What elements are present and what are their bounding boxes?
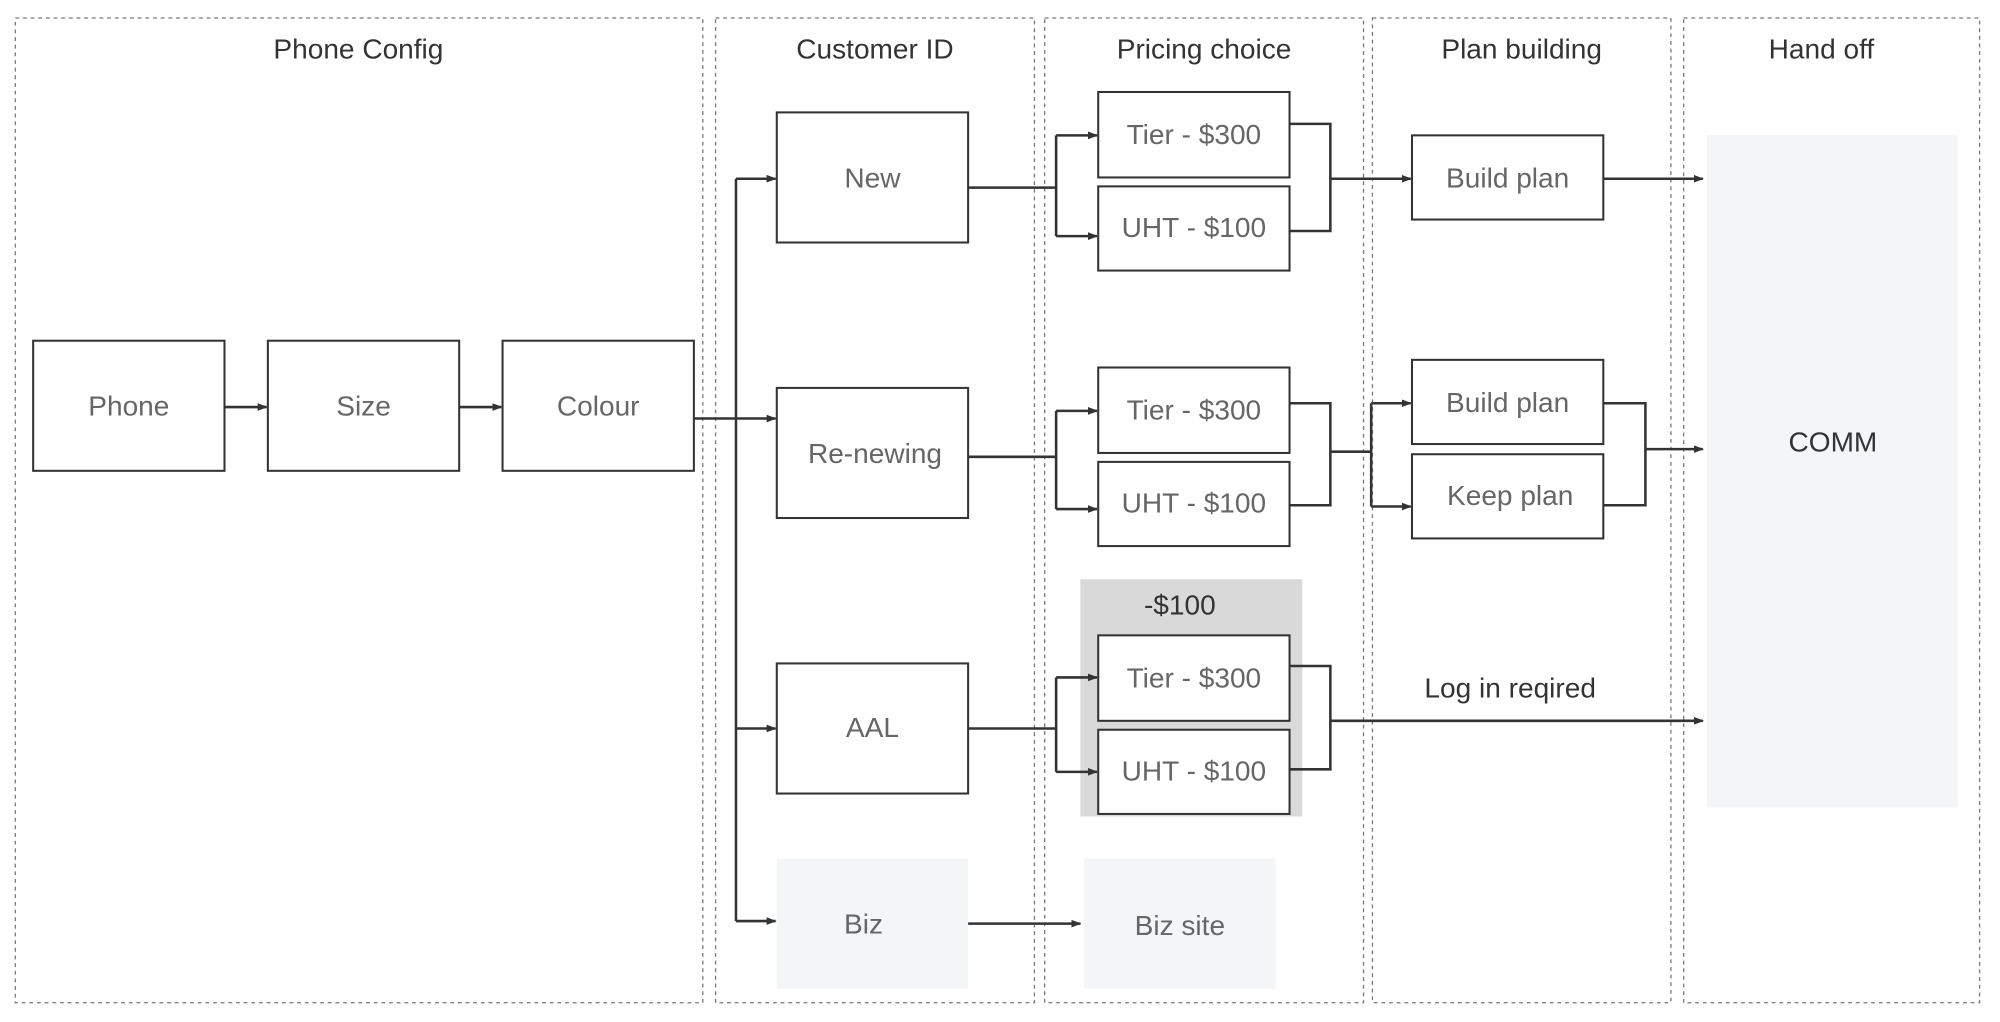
node-build-plan-1[interactable]: Build plan: [1410, 134, 1605, 221]
node-colour[interactable]: Colour: [501, 339, 695, 472]
node-aal[interactable]: AAL: [775, 662, 970, 795]
node-uht-aal[interactable]: UHT - $100: [1097, 728, 1291, 815]
node-build-plan-2[interactable]: Build plan: [1410, 358, 1605, 446]
lane-title-customer-id: Customer ID: [796, 34, 953, 65]
svg-text:Build plan: Build plan: [1446, 162, 1569, 193]
node-renewing[interactable]: Re-newing: [775, 386, 970, 520]
svg-text:Re-newing: Re-newing: [808, 438, 942, 469]
connector-renewing: [968, 410, 1058, 510]
node-tier-aal[interactable]: Tier - $300: [1097, 634, 1291, 722]
node-phone[interactable]: Phone: [32, 339, 226, 472]
svg-text:UHT - $100: UHT - $100: [1122, 488, 1266, 519]
discount-label: -$100: [1144, 590, 1216, 621]
node-comm[interactable]: COMM: [1706, 135, 1958, 808]
node-tier-new[interactable]: Tier - $300: [1097, 90, 1291, 179]
svg-text:Colour: Colour: [557, 391, 640, 422]
node-keep-plan[interactable]: Keep plan: [1410, 453, 1605, 540]
svg-text:COMM: COMM: [1789, 426, 1878, 457]
svg-text:AAL: AAL: [846, 712, 899, 743]
node-tier-renewing[interactable]: Tier - $300: [1097, 366, 1291, 454]
flow-diagram: Phone Config Customer ID Pricing choice …: [14, 17, 1981, 1004]
node-new[interactable]: New: [775, 111, 970, 244]
lane-title-plan-building: Plan building: [1441, 34, 1602, 65]
svg-text:Tier - $300: Tier - $300: [1127, 662, 1262, 693]
node-biz-site[interactable]: Biz site: [1084, 858, 1276, 989]
svg-text:Phone: Phone: [88, 391, 169, 422]
node-uht-renewing[interactable]: UHT - $100: [1097, 460, 1291, 548]
svg-text:UHT - $100: UHT - $100: [1122, 212, 1266, 243]
bracket-new: [1289, 122, 1332, 233]
svg-text:Keep plan: Keep plan: [1447, 480, 1573, 511]
node-biz[interactable]: Biz: [776, 858, 969, 989]
svg-text:New: New: [844, 162, 901, 193]
lane-title-hand-off: Hand off: [1769, 34, 1875, 65]
login-required-note: Log in reqired: [1424, 673, 1596, 704]
lane-title-pricing-choice: Pricing choice: [1117, 34, 1292, 65]
svg-text:Tier - $300: Tier - $300: [1127, 395, 1262, 426]
lane-phone-config: [14, 17, 704, 1004]
svg-text:Tier - $300: Tier - $300: [1127, 119, 1262, 150]
node-size[interactable]: Size: [266, 339, 461, 472]
connector-new: [968, 135, 1058, 237]
lane-title-phone-config: Phone Config: [273, 34, 443, 65]
bracket-plans: [1603, 401, 1647, 507]
svg-text:UHT - $100: UHT - $100: [1122, 756, 1266, 787]
bracket-renewing: [1289, 401, 1373, 507]
svg-text:Biz site: Biz site: [1135, 910, 1225, 941]
svg-text:Size: Size: [336, 391, 391, 422]
connector-aal: [968, 677, 1058, 772]
svg-text:Biz: Biz: [844, 909, 883, 940]
svg-text:Build plan: Build plan: [1446, 387, 1569, 418]
node-uht-new[interactable]: UHT - $100: [1097, 185, 1291, 272]
